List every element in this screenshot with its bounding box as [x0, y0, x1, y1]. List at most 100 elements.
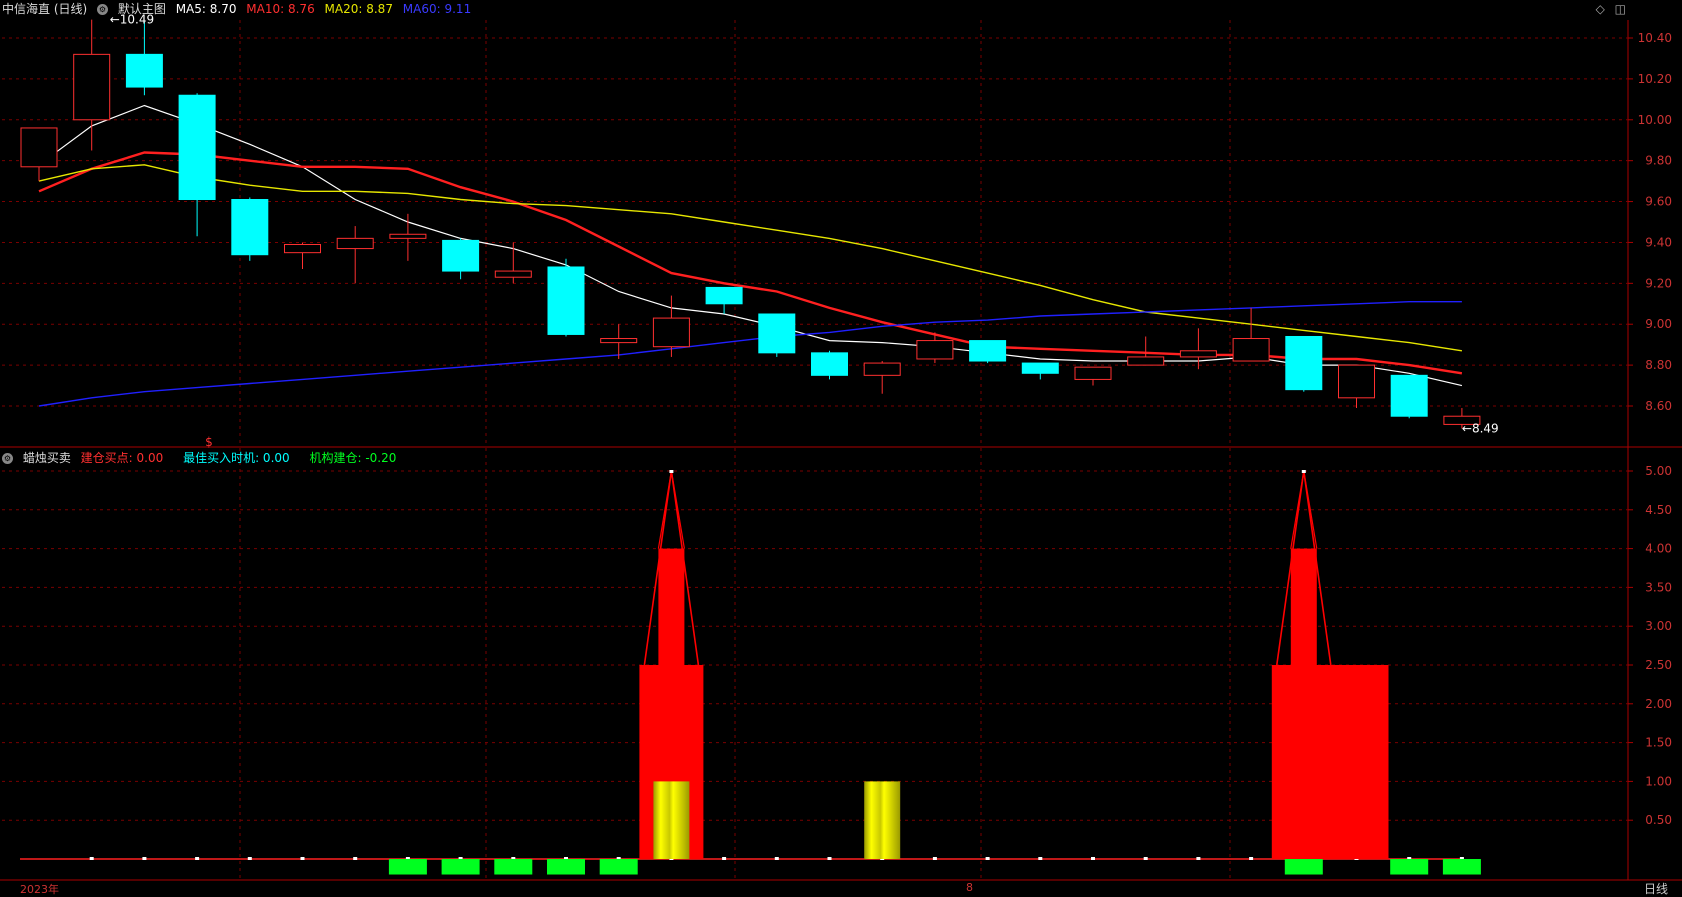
- candle-body: [1179, 350, 1217, 358]
- indicator-header: ⚙ 蜡烛买卖 建仓买点: 0.00 最佳买入时机: 0.00 机构建仓: -0.…: [2, 450, 402, 466]
- zero-marker: [1091, 857, 1095, 860]
- y-tick-label: 9.80: [1645, 154, 1672, 168]
- candle-body: [1390, 374, 1428, 417]
- candle: [1074, 366, 1112, 386]
- ma5-value: MA5: 8.70: [175, 2, 237, 16]
- candle: [1021, 362, 1059, 380]
- ma20-value: MA20: 8.87: [324, 2, 393, 16]
- candle-body: [125, 53, 163, 88]
- zero-marker: [89, 857, 94, 860]
- zero-marker: [353, 857, 358, 860]
- candle-body: [1021, 362, 1059, 374]
- candle-body: [442, 239, 480, 272]
- diamond-icon[interactable]: ◇: [1596, 2, 1605, 16]
- y-tick-label: 2.50: [1645, 658, 1672, 672]
- y-tick-label: 0.50: [1645, 813, 1672, 827]
- settings-icon[interactable]: ⚙: [97, 4, 109, 15]
- signal-green-bar: [1442, 859, 1481, 875]
- candle: [231, 197, 269, 261]
- zero-marker: [142, 857, 147, 860]
- stock-name[interactable]: 中信海直 (日线): [2, 2, 87, 16]
- candle: [705, 286, 743, 314]
- candle-body: [1127, 356, 1165, 366]
- year-label: 2023年: [20, 883, 59, 896]
- candle-body: [916, 340, 954, 360]
- window-icons: ◇ ◫: [1590, 2, 1626, 16]
- period-label[interactable]: 日线: [1644, 880, 1668, 897]
- candle-body: [1074, 366, 1112, 380]
- indicator-line3: 机构建仓: -0.20: [309, 451, 397, 465]
- candle: [811, 350, 848, 380]
- candle-body: [231, 199, 269, 256]
- candle-body: [758, 313, 796, 354]
- indicator-line2: 最佳买入时机: 0.00: [183, 451, 290, 465]
- candle-body: [336, 237, 374, 250]
- zero-marker: [827, 857, 832, 860]
- template-label[interactable]: 默认主图: [118, 2, 166, 16]
- y-tick-label: 3.50: [1645, 580, 1672, 594]
- candle-body: [652, 317, 690, 348]
- indicator-name[interactable]: 蜡烛买卖: [23, 451, 71, 465]
- peak-marker: [669, 470, 674, 473]
- candle: [494, 242, 532, 284]
- candle: [284, 242, 321, 270]
- month-label: 8: [966, 881, 973, 894]
- signal-yellow-bar: [864, 781, 901, 859]
- y-tick-label: 9.00: [1645, 317, 1672, 331]
- candle: [1285, 335, 1323, 392]
- y-tick-label: 2.00: [1645, 697, 1672, 711]
- candle-body: [863, 362, 901, 376]
- candle: [1232, 307, 1270, 362]
- signal-green-bar: [547, 859, 585, 875]
- candle-body: [600, 338, 638, 344]
- candle-body: [494, 270, 532, 278]
- candle-body: [20, 127, 58, 168]
- zero-marker: [985, 857, 990, 860]
- candle: [1179, 328, 1217, 370]
- y-tick-label: 5.00: [1645, 464, 1672, 478]
- signal-red-high-bar: [658, 548, 685, 665]
- y-tick-label: 8.80: [1645, 358, 1672, 372]
- zero-marker: [1143, 857, 1148, 860]
- y-tick-label: 9.20: [1645, 276, 1672, 290]
- zero-marker: [247, 857, 252, 860]
- candle: [73, 19, 111, 151]
- signal-green-bar: [1284, 859, 1323, 875]
- candle: [1127, 336, 1165, 366]
- candle: [758, 313, 796, 357]
- ma10-value: MA10: 8.76: [246, 2, 315, 16]
- y-tick-label: 9.60: [1645, 195, 1672, 209]
- ma60-value: MA60: 9.11: [402, 2, 472, 16]
- candle-body: [1338, 364, 1375, 399]
- kline-chart[interactable]: 10.40 10.20 10.00 9.80 9.60 9.40 9.20 9.00 8.80 8…: [0, 0, 1682, 896]
- candle-body: [1285, 335, 1323, 391]
- signal-red-bar: [1324, 665, 1389, 859]
- signal-green-bar: [494, 859, 533, 875]
- y-tick-label: 10.20: [1638, 72, 1672, 86]
- y-tick-label: 1.00: [1645, 774, 1672, 788]
- candle: [969, 340, 1007, 364]
- low-price-label: ←8.49: [1462, 421, 1499, 435]
- y-tick-label: 8.60: [1645, 399, 1672, 413]
- candle: [336, 226, 374, 284]
- candle-body: [547, 266, 585, 335]
- candle: [389, 213, 427, 261]
- candle: [547, 258, 585, 337]
- candle: [1390, 374, 1428, 419]
- zero-marker: [300, 857, 305, 860]
- zero-marker: [195, 857, 200, 860]
- candle-body: [389, 233, 427, 239]
- candle: [125, 21, 163, 96]
- date-axis: 2023年 8: [0, 880, 1682, 896]
- candle-body: [811, 352, 848, 376]
- panel-toggle-icon[interactable]: ◫: [1615, 2, 1626, 16]
- zero-marker: [1038, 857, 1043, 860]
- zero-marker: [1196, 857, 1201, 860]
- candle: [1338, 364, 1375, 409]
- candle: [178, 93, 216, 237]
- y-tick-label: 1.50: [1645, 736, 1672, 750]
- zero-marker: [932, 857, 937, 860]
- candle: [863, 361, 901, 394]
- indicator-settings-icon[interactable]: ⚙: [2, 453, 13, 464]
- candle-body: [284, 243, 321, 254]
